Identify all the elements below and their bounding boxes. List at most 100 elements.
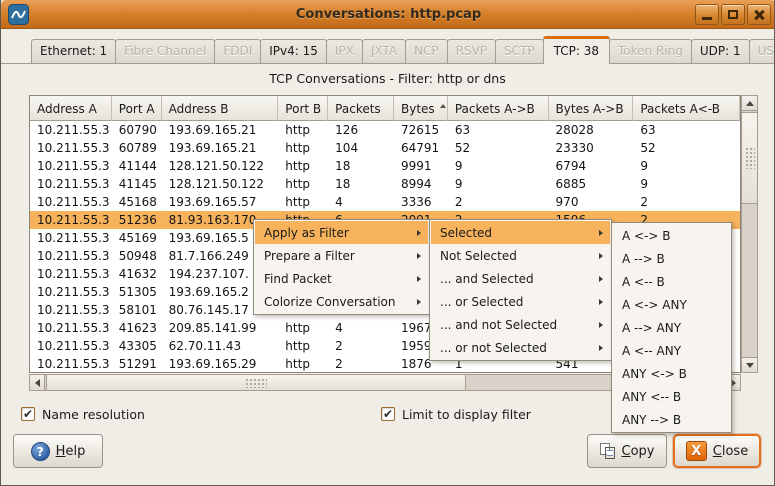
- table-row[interactable]: 10.211.55.360790193.69.165.21http1267261…: [30, 121, 740, 139]
- tab-ncp: NCP: [405, 39, 448, 63]
- help-button[interactable]: ? Help: [13, 434, 103, 468]
- menu-item-label: Apply as Filter: [264, 226, 405, 240]
- submenu-arrow-icon: [599, 253, 603, 259]
- menu-item-and-selected[interactable]: ... and Selected: [431, 267, 610, 290]
- table-cell: 18: [328, 157, 394, 175]
- table-cell: 104: [328, 139, 394, 157]
- menu-item-a-any[interactable]: A --> ANY: [613, 316, 730, 339]
- table-cell: 10.211.55.3: [30, 139, 112, 157]
- menu-item-a-b[interactable]: A --> B: [613, 247, 730, 270]
- tab-tcp-38[interactable]: TCP: 38: [543, 36, 610, 64]
- column-header-bytes-a-b[interactable]: Bytes A->B: [549, 96, 634, 121]
- name-resolution-option[interactable]: ✔ Name resolution: [21, 406, 145, 422]
- column-header-address-a[interactable]: Address A: [30, 96, 112, 121]
- menu-item-label: A --> B: [622, 252, 723, 266]
- table-cell: 10.211.55.3: [30, 229, 112, 247]
- help-button-label: Help: [56, 444, 86, 459]
- tab-ethernet-1[interactable]: Ethernet: 1: [31, 39, 116, 63]
- column-label: Packets A->B: [455, 97, 535, 121]
- menu-item-any-b[interactable]: ANY <-> B: [613, 362, 730, 385]
- name-resolution-checkbox[interactable]: ✔: [21, 407, 35, 421]
- table-cell: 45168: [112, 193, 162, 211]
- menu-item-label: Prepare a Filter: [264, 249, 405, 263]
- menu-item-find-packet[interactable]: Find Packet: [255, 267, 428, 290]
- close-button[interactable]: X Close: [673, 434, 761, 468]
- menu-item-or-not-selected[interactable]: ... or not Selected: [431, 336, 610, 359]
- limit-display-filter-option[interactable]: ✔ Limit to display filter: [381, 406, 531, 422]
- copy-button[interactable]: Copy: [587, 434, 667, 468]
- menu-item-selected[interactable]: Selected: [431, 221, 610, 244]
- arrow-left-icon: [35, 379, 40, 387]
- menu-item-a-b[interactable]: A <-> B: [613, 224, 730, 247]
- table-cell: http: [278, 175, 328, 193]
- vertical-scrollbar[interactable]: [741, 95, 758, 373]
- menu-item-and-not-selected[interactable]: ... and not Selected: [431, 313, 610, 336]
- minimize-button[interactable]: [695, 4, 719, 25]
- table-cell: 4: [328, 319, 394, 337]
- table-cell: 8994: [394, 175, 448, 193]
- close-x-icon: X: [686, 441, 707, 461]
- table-cell: 60790: [112, 121, 162, 139]
- maximize-button[interactable]: [721, 4, 745, 25]
- menu-item-label: A --> ANY: [622, 321, 723, 335]
- column-header-port-b[interactable]: Port B: [278, 96, 328, 121]
- table-cell: 51291: [112, 355, 162, 373]
- column-header-packets[interactable]: Packets: [328, 96, 394, 121]
- arrow-up-icon: [746, 101, 754, 106]
- vertical-scrollbar-thumb[interactable]: [741, 112, 758, 204]
- limit-display-filter-checkbox[interactable]: ✔: [381, 407, 395, 421]
- table-cell: 9: [448, 175, 549, 193]
- table-cell: 193.69.165.21: [162, 121, 279, 139]
- menu-item-label: Colorize Conversation: [264, 295, 405, 309]
- submenu-arrow-icon: [599, 299, 603, 305]
- table-cell: 10.211.55.3: [30, 265, 112, 283]
- table-cell: 2: [633, 193, 740, 211]
- column-header-address-b[interactable]: Address B: [162, 96, 279, 121]
- horizontal-scrollbar-thumb[interactable]: [46, 374, 466, 391]
- table-cell: 41632: [112, 265, 162, 283]
- close-window-button[interactable]: [747, 4, 771, 25]
- close-icon: [753, 9, 765, 21]
- scroll-left-button[interactable]: [29, 374, 45, 391]
- menu-item-not-selected[interactable]: Not Selected: [431, 244, 610, 267]
- scroll-up-button[interactable]: [741, 95, 758, 111]
- selected-submenu: A <-> B A --> B A <-- BA <-> ANY A --> ANY A…: [611, 222, 732, 433]
- menu-item-a-b[interactable]: A <-- B: [613, 270, 730, 293]
- column-header-bytes[interactable]: Bytes: [394, 96, 448, 121]
- menu-item-label: ANY <-> B: [622, 367, 723, 381]
- minimize-icon: [702, 17, 712, 20]
- table-row[interactable]: 10.211.55.341144128.121.50.122http189991…: [30, 157, 740, 175]
- scroll-down-button[interactable]: [741, 357, 758, 373]
- table-cell: 9: [448, 157, 549, 175]
- menu-item-prepare-a-filter[interactable]: Prepare a Filter: [255, 244, 428, 267]
- table-cell: 10.211.55.3: [30, 211, 112, 229]
- table-row[interactable]: 10.211.55.345168193.69.165.57http4333629…: [30, 193, 740, 211]
- tab-fibre-channel: Fibre Channel: [115, 39, 215, 63]
- table-cell: 2: [328, 355, 394, 373]
- menu-item-any-b[interactable]: ANY <-- B: [613, 385, 730, 408]
- column-label: Port A: [119, 97, 155, 121]
- tab-ipv4-15[interactable]: IPv4: 15: [260, 39, 327, 63]
- tab-udp-1[interactable]: UDP: 1: [691, 39, 750, 63]
- table-cell: 72615: [394, 121, 448, 139]
- table-cell: 2: [328, 337, 394, 355]
- table-cell: 10.211.55.3: [30, 283, 112, 301]
- menu-item-apply-as-filter[interactable]: Apply as Filter: [255, 221, 428, 244]
- table-cell: 51305: [112, 283, 162, 301]
- table-cell: http: [278, 319, 328, 337]
- submenu-arrow-icon: [417, 230, 421, 236]
- column-header-port-a[interactable]: Port A: [112, 96, 162, 121]
- menu-item-label: ... or Selected: [440, 295, 587, 309]
- menu-item-colorize-conversation[interactable]: Colorize Conversation: [255, 290, 428, 313]
- column-header-packets-a-b[interactable]: Packets A->B: [448, 96, 549, 121]
- table-cell: 9: [633, 157, 740, 175]
- table-cell: 9991: [394, 157, 448, 175]
- column-header-packets-a-b[interactable]: Packets A<-B: [633, 96, 740, 121]
- menu-item-or-selected[interactable]: ... or Selected: [431, 290, 610, 313]
- table-row[interactable]: 10.211.55.341145128.121.50.122http188994…: [30, 175, 740, 193]
- menu-item-a-any[interactable]: A <-> ANY: [613, 293, 730, 316]
- menu-item-any-b[interactable]: ANY --> B: [613, 408, 730, 431]
- table-row[interactable]: 10.211.55.360789193.69.165.21http1046479…: [30, 139, 740, 157]
- submenu-arrow-icon: [599, 230, 603, 236]
- menu-item-a-any[interactable]: A <-- ANY: [613, 339, 730, 362]
